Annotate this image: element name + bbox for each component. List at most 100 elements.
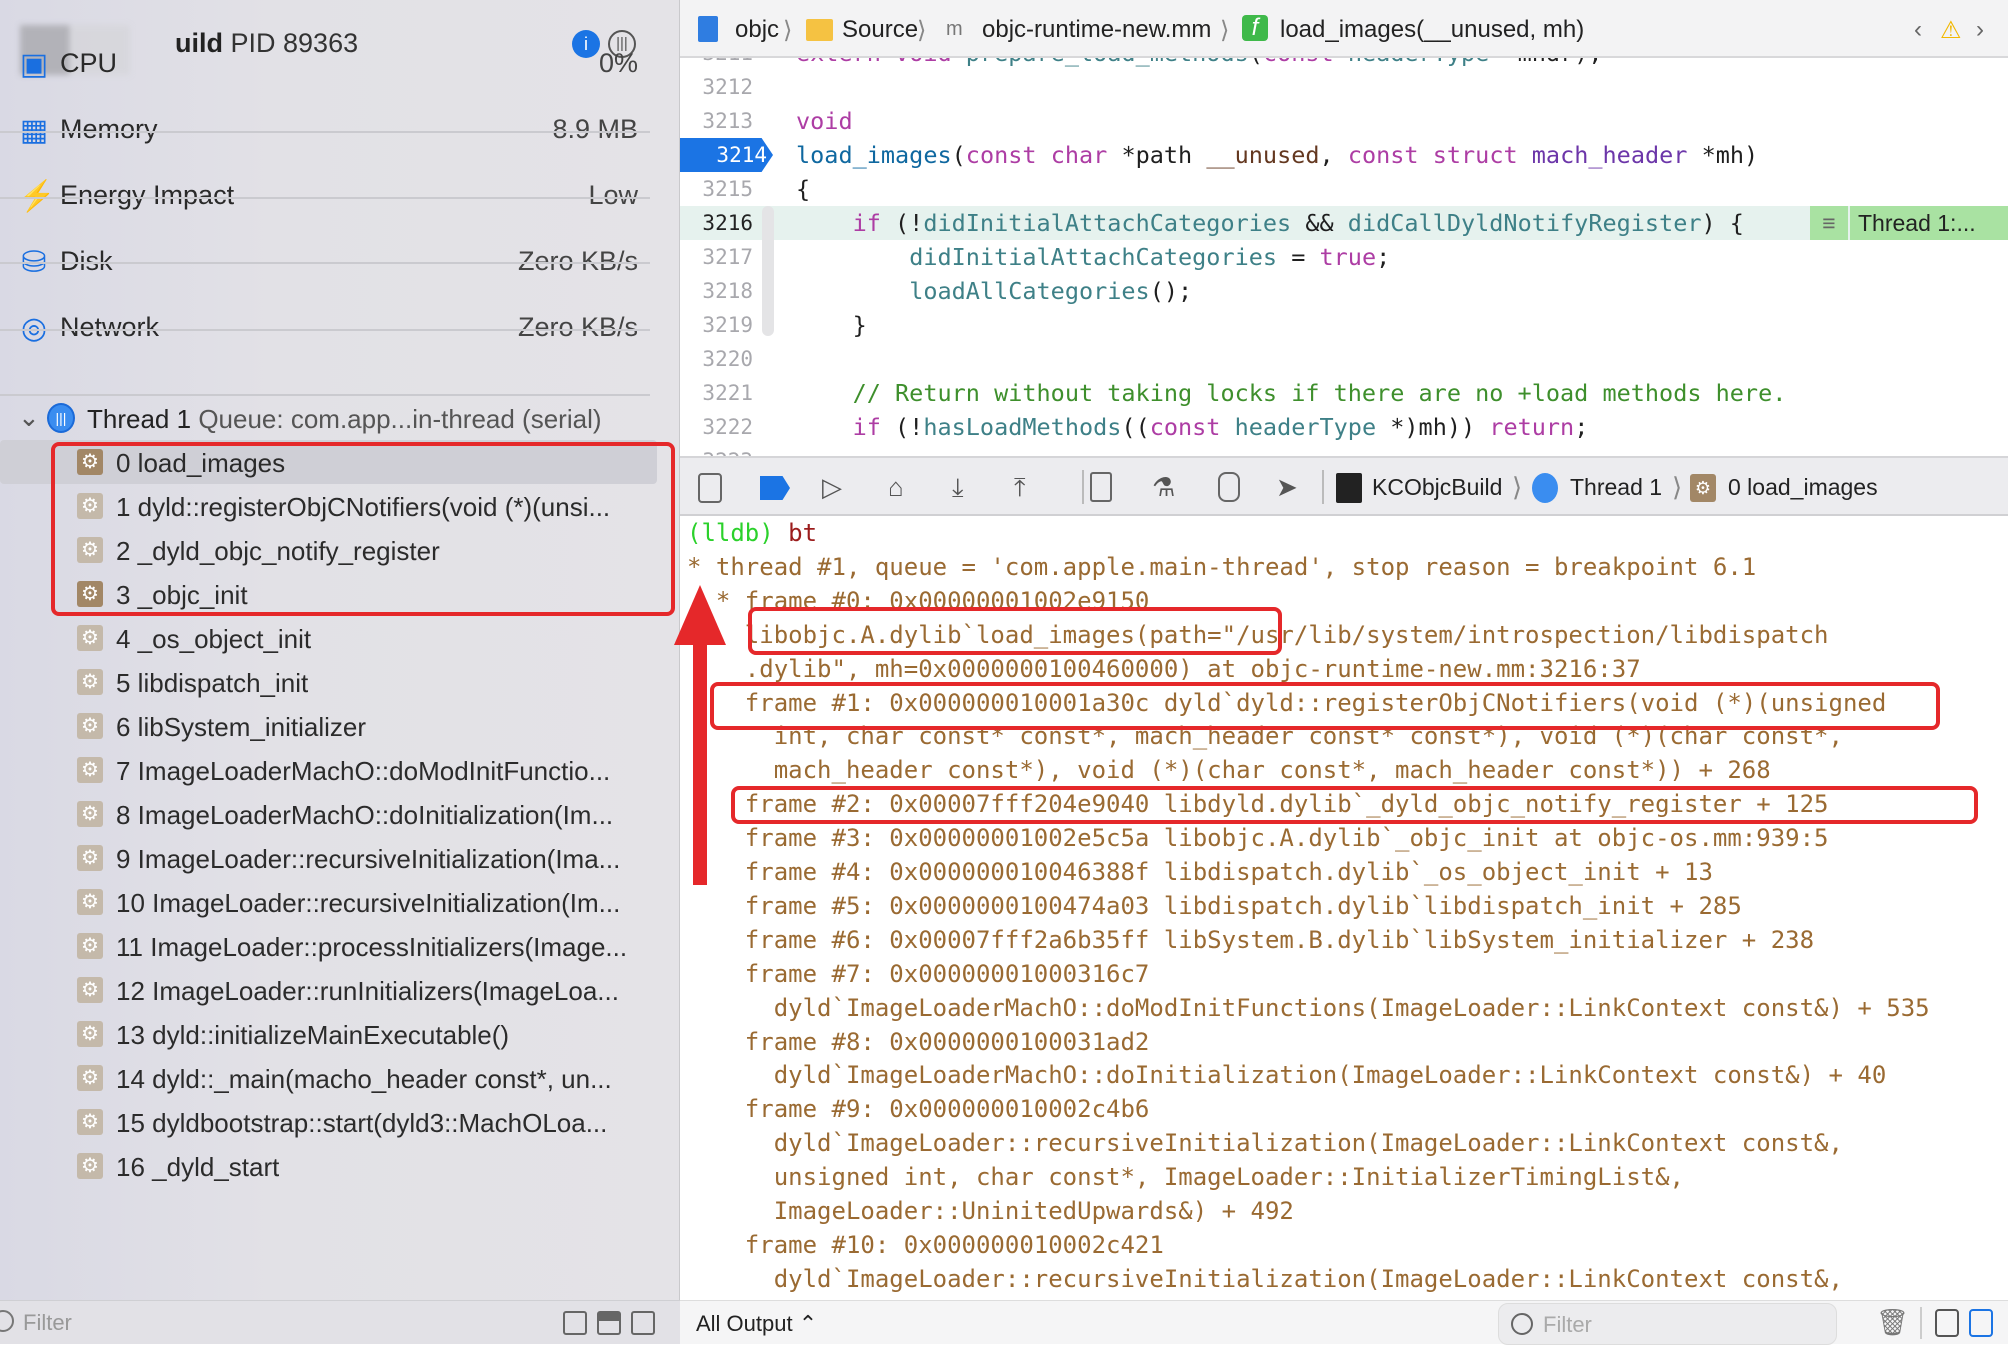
filter-option-icon[interactable] [563, 1311, 587, 1335]
breadcrumb-folder[interactable]: Source [842, 16, 918, 44]
code-token: void [895, 58, 952, 67]
code-line[interactable]: 3213 void [680, 104, 2008, 138]
code-text: extern void prepare_load_methods(const h… [796, 58, 1603, 70]
chevron-right-icon: ⟩ [1512, 472, 1523, 502]
code-token: prepare_load_methods [952, 58, 1249, 67]
stack-frame-row[interactable]: ⚙ 11 ImageLoader::processInitializers(Ima… [0, 924, 660, 968]
gauge-value: 8.9 MB [552, 114, 638, 144]
code-line[interactable]: 3223 [680, 444, 2008, 456]
code-text: void [796, 104, 853, 138]
stack-frame-row[interactable]: ⚙ 14 dyld::_main(macho_header const*, un.… [0, 1056, 660, 1100]
stack-frame-row[interactable]: ⚙ 16 _dyld_start [0, 1144, 660, 1188]
thread-row[interactable]: ⌄ ||| Thread 1 Queue: com.app...in-threa… [0, 400, 650, 440]
code-token: *)mh)) [1376, 413, 1490, 441]
code-token: *mh) [1687, 141, 1759, 169]
step-into-icon[interactable]: ⤓ [952, 472, 964, 504]
code-line[interactable]: 3216 if (!didInitialAttachCategories && … [680, 206, 2008, 240]
source-editor[interactable]: 3211 extern void prepare_load_methods(con… [680, 58, 2008, 456]
line-number: 3222 [702, 415, 753, 439]
stack-frame-row[interactable]: ⚙ 10 ImageLoader::recursiveInitialization… [0, 880, 660, 924]
code-text: didInitialAttachCategories = true; [796, 240, 1390, 274]
console-view-toggle-icon[interactable] [1969, 1309, 1993, 1337]
breakpoints-toggle-icon[interactable] [760, 476, 790, 500]
line-number: 3211 [683, 58, 753, 70]
code-token: loadAllCategories [909, 277, 1150, 305]
stack-frame-row[interactable]: ⚙ 9 ImageLoader::recursiveInitialization(… [0, 836, 660, 880]
gauge-row-cpu[interactable]: ▣ CPU 0% [0, 32, 650, 98]
code-line[interactable]: 3221 // Return without taking locks if t… [680, 376, 2008, 410]
debug-thread[interactable]: Thread 1 [1570, 474, 1662, 501]
code-line[interactable]: 3218 loadAllCategories(); [680, 274, 2008, 308]
gear-icon: ⚙ [77, 1021, 103, 1047]
console-filter-field[interactable]: Filter [1498, 1303, 1837, 1345]
output-selector[interactable]: All Output ⌃ [696, 1311, 817, 1337]
code-token: const [1149, 413, 1221, 441]
trash-icon[interactable]: 🗑 [1876, 1307, 1909, 1338]
stack-frame-label: 10 ImageLoader::recursiveInitialization(… [116, 888, 621, 918]
variables-view-toggle-icon[interactable] [1935, 1309, 1959, 1337]
debug-frame[interactable]: 0 load_images [1728, 474, 1878, 501]
code-token: mach_header [1531, 141, 1688, 169]
stack-frame-row[interactable]: ⚙ 15 dyldbootstrap::start(dyld3::MachOLoa… [0, 1100, 660, 1144]
stack-frame-label: 5 libdispatch_init [116, 668, 309, 698]
line-number[interactable]: 3214 [680, 138, 773, 172]
warning-icon[interactable]: ⚠ [1940, 16, 1962, 45]
gear-icon: ⚙ [77, 1153, 103, 1179]
code-token: didCallDyldNotifyRegister [1347, 209, 1702, 237]
hide-debug-area-icon[interactable] [698, 473, 722, 503]
code-token: ) { [1701, 209, 1744, 237]
stack-frame-row[interactable]: ⚙ 5 libdispatch_init [0, 660, 660, 704]
previous-issue-icon[interactable]: ‹ [1914, 16, 1922, 44]
chevron-down-icon[interactable]: ⌄ [18, 402, 40, 433]
code-line[interactable]: 3214 load_images(const char *path __unuse… [680, 138, 2008, 172]
gear-icon: ⚙ [77, 757, 103, 783]
console-line: dyld`ImageLoaderMachO::doInitialization(… [687, 1061, 1887, 1090]
code-line[interactable]: 3219 } [680, 308, 2008, 342]
environment-overrides-icon[interactable] [1218, 472, 1240, 502]
filter-input[interactable]: Filter [23, 1310, 72, 1336]
step-out-icon[interactable]: ⤒ [1014, 472, 1026, 504]
code-line[interactable]: 3222 if (!hasLoadMethods((const headerTy… [680, 410, 2008, 444]
stack-frame-label: 14 dyld::_main(macho_header const*, un..… [116, 1064, 612, 1094]
stack-frame-row[interactable]: ⚙ 8 ImageLoaderMachO::doInitialization(Im… [0, 792, 660, 836]
thread-icon: ||| [47, 403, 75, 433]
continue-icon[interactable]: ▷ [822, 472, 842, 503]
memory-graph-icon[interactable]: ⚗ [1152, 472, 1175, 503]
simulate-location-icon[interactable]: ➤ [1276, 472, 1298, 503]
stack-frame-row[interactable]: ⚙ 7 ImageLoaderMachO::doModInitFunctio... [0, 748, 660, 792]
next-issue-icon[interactable]: › [1976, 16, 1984, 44]
stack-frame-label: 13 dyld::initializeMainExecutable() [116, 1020, 510, 1050]
navigator-filter-bar: Filter [0, 1300, 680, 1344]
breadcrumb-function[interactable]: load_images(__unused, mh) [1280, 16, 1584, 44]
breadcrumb-file[interactable]: objc-runtime-new.mm [982, 16, 1211, 44]
filter-option-icon[interactable] [631, 1311, 655, 1335]
filter-option-icon[interactable] [597, 1311, 621, 1335]
code-line[interactable]: 3215 { [680, 172, 2008, 206]
breadcrumb-project[interactable]: objc [735, 16, 779, 44]
code-line[interactable]: 3212 [680, 70, 2008, 104]
step-over-icon[interactable]: ⌂ [888, 472, 904, 503]
stack-frame-label: 15 dyldbootstrap::start(dyld3::MachOLoa.… [116, 1108, 608, 1138]
stack-frame-label: 4 _os_object_init [116, 624, 312, 654]
chevron-right-icon: ⟩ [1672, 472, 1683, 502]
console-filter-input[interactable]: Filter [1543, 1312, 1592, 1338]
code-token: // Return without taking locks if there … [852, 379, 1787, 407]
code-line[interactable]: 3217 didInitialAttachCategories = true; [680, 240, 2008, 274]
function-icon: f [1242, 15, 1268, 41]
code-line[interactable]: 3211 extern void prepare_load_methods(con… [680, 58, 2008, 70]
debug-target[interactable]: KCObjcBuild [1372, 474, 1502, 501]
editor-scroll-indicator[interactable] [762, 206, 774, 336]
stack-frame-row[interactable]: ⚙ 12 ImageLoader::runInitializers(ImageLo… [0, 968, 660, 1012]
stack-frame-row[interactable]: ⚙ 13 dyld::initializeMainExecutable() [0, 1012, 660, 1056]
view-hierarchy-icon[interactable] [1090, 472, 1112, 502]
code-line[interactable]: 3220 [680, 342, 2008, 376]
console-line: frame #10: 0x000000010002c421 [687, 1230, 1164, 1259]
stack-frame-row[interactable]: ⚙ 4 _os_object_init [0, 616, 660, 660]
stack-frame-row[interactable]: ⚙ 6 libSystem_initializer [0, 704, 660, 748]
line-number: 3217 [702, 245, 753, 269]
thread-badge[interactable]: ≡ Thread 1:... [1810, 206, 2008, 240]
